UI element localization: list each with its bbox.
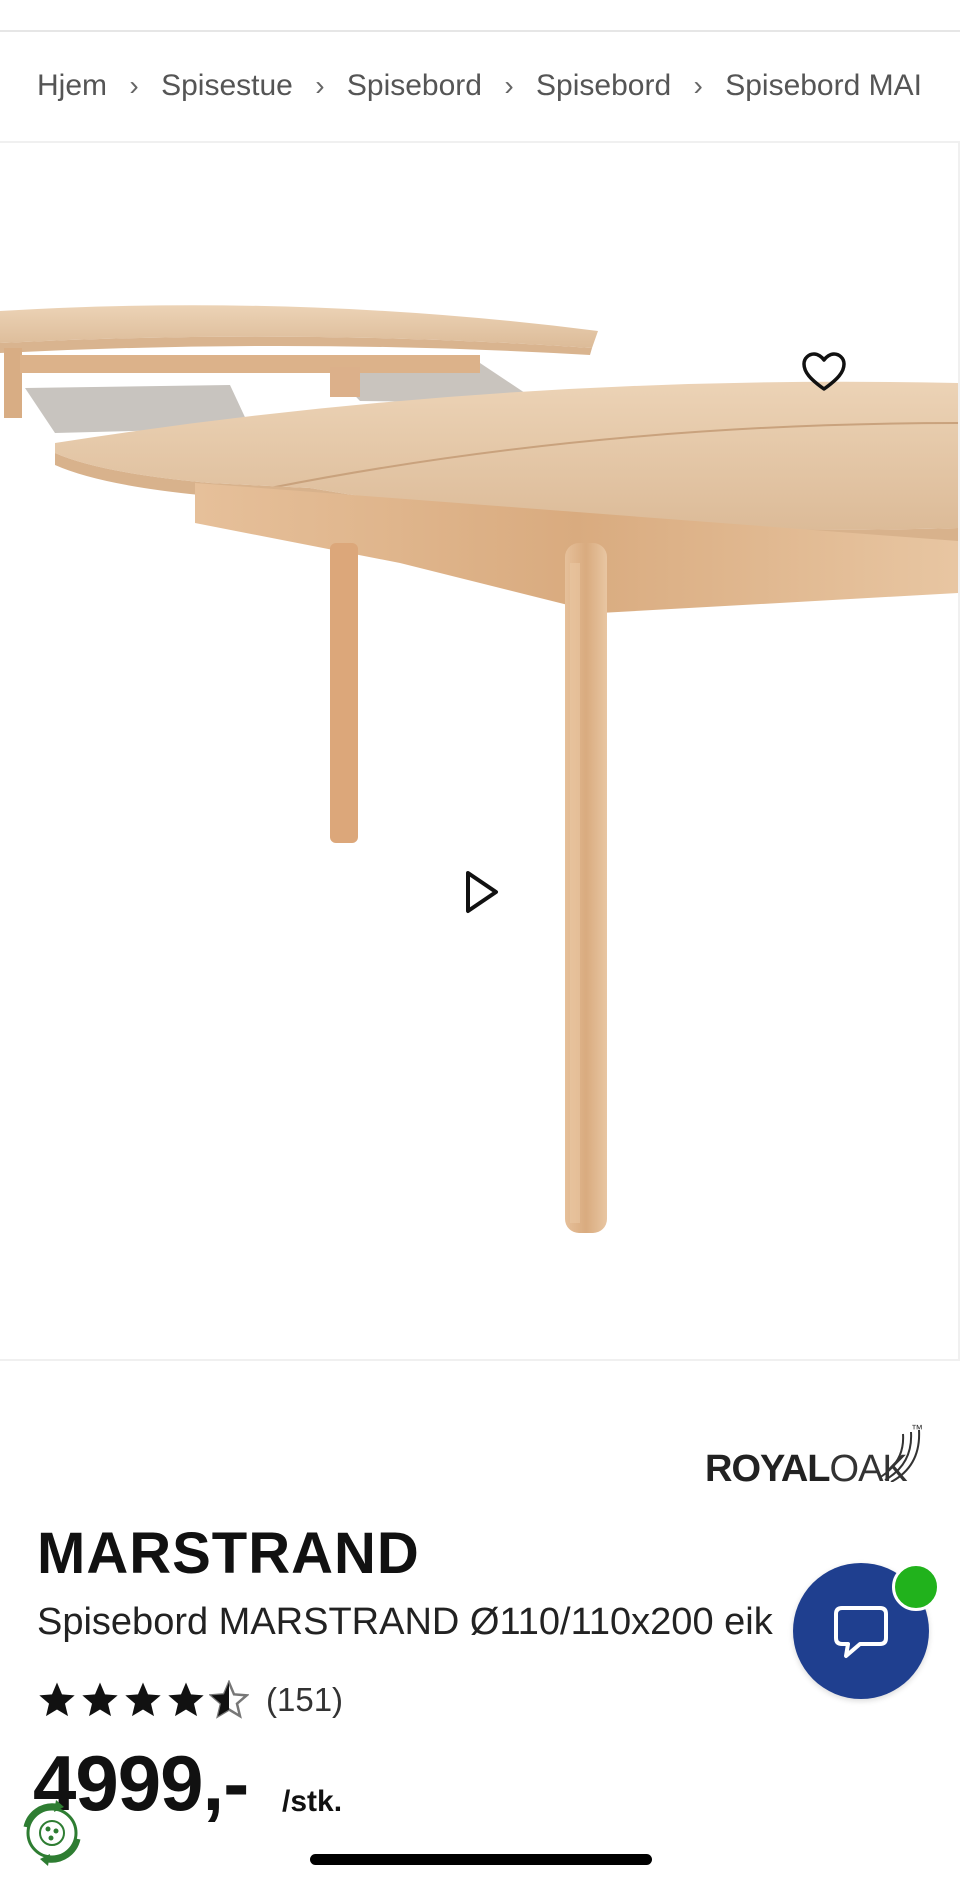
star-full-icon [125,1682,161,1717]
home-indicator[interactable] [310,1854,652,1865]
product-image-gallery[interactable] [0,141,960,1361]
brand-logo[interactable]: ROYALOAK ™ [705,1422,925,1492]
price-unit: /stk. [282,1785,343,1818]
breadcrumb-spisebord[interactable]: Spisebord [347,69,482,103]
brand-name-bold: ROYAL [705,1448,831,1490]
breadcrumb-spisestue[interactable]: Spisestue [161,69,293,103]
product-photo [0,305,958,1233]
star-half-icon [209,1680,249,1719]
breadcrumb: Hjem › Spisestue › Spisebord › Spisebord… [37,62,922,110]
star-full-icon [168,1682,204,1717]
chevron-right-icon: › [315,70,325,101]
chat-online-indicator [892,1563,940,1611]
recycle-icon [23,1800,81,1866]
eco-badge[interactable] [16,1797,88,1869]
star-full-icon [39,1682,75,1717]
breadcrumb-home[interactable]: Hjem [37,69,107,103]
product-rating[interactable]: (151) [37,1680,343,1720]
star-full-icon [82,1682,118,1717]
play-icon [466,871,498,913]
breadcrumb-current-product[interactable]: Spisebord MAI [725,69,922,103]
breadcrumb-spisebord-sub[interactable]: Spisebord [536,69,671,103]
favorite-button[interactable] [800,348,848,396]
product-description: Spisebord MARSTRAND Ø110/110x200 eik [37,1601,773,1643]
play-video-button[interactable] [458,865,506,919]
top-divider [0,30,960,32]
chevron-right-icon: › [129,70,139,101]
chevron-right-icon: › [504,70,514,101]
rating-count: (151) [266,1681,344,1718]
chat-bubble-icon [834,1606,888,1658]
trademark-mark: ™ [911,1422,923,1436]
chevron-right-icon: › [693,70,703,101]
heart-icon [802,352,846,391]
product-title: MARSTRAND [37,1521,420,1586]
